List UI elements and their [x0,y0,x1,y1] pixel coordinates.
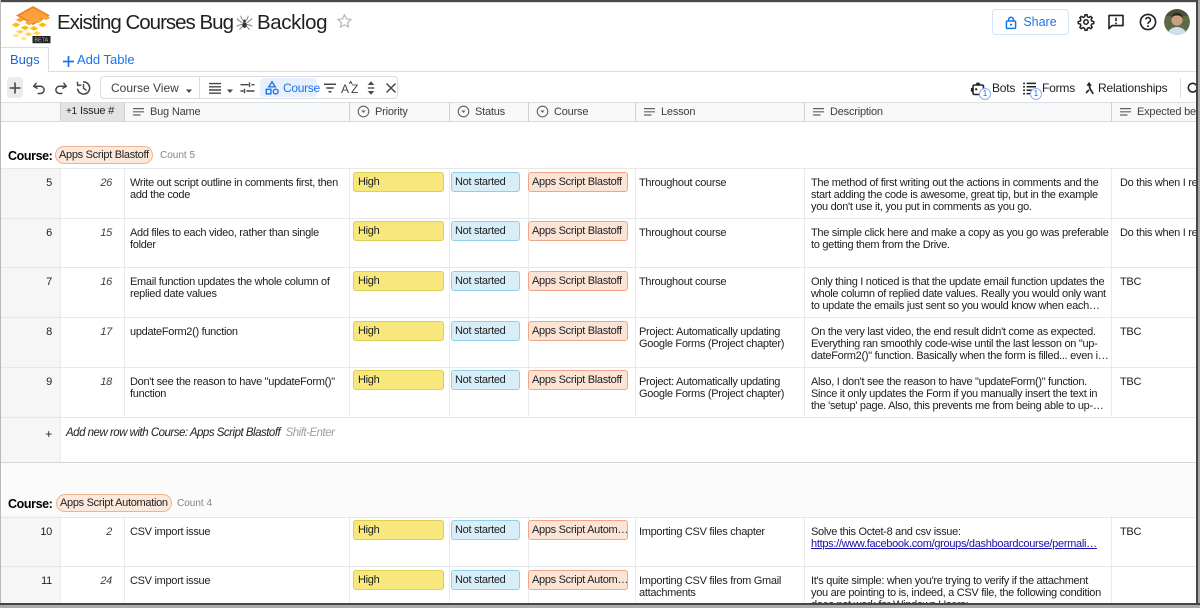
svg-text:A: A [341,82,349,96]
svg-text:Z: Z [351,82,358,96]
svg-text:BETA: BETA [35,38,49,44]
